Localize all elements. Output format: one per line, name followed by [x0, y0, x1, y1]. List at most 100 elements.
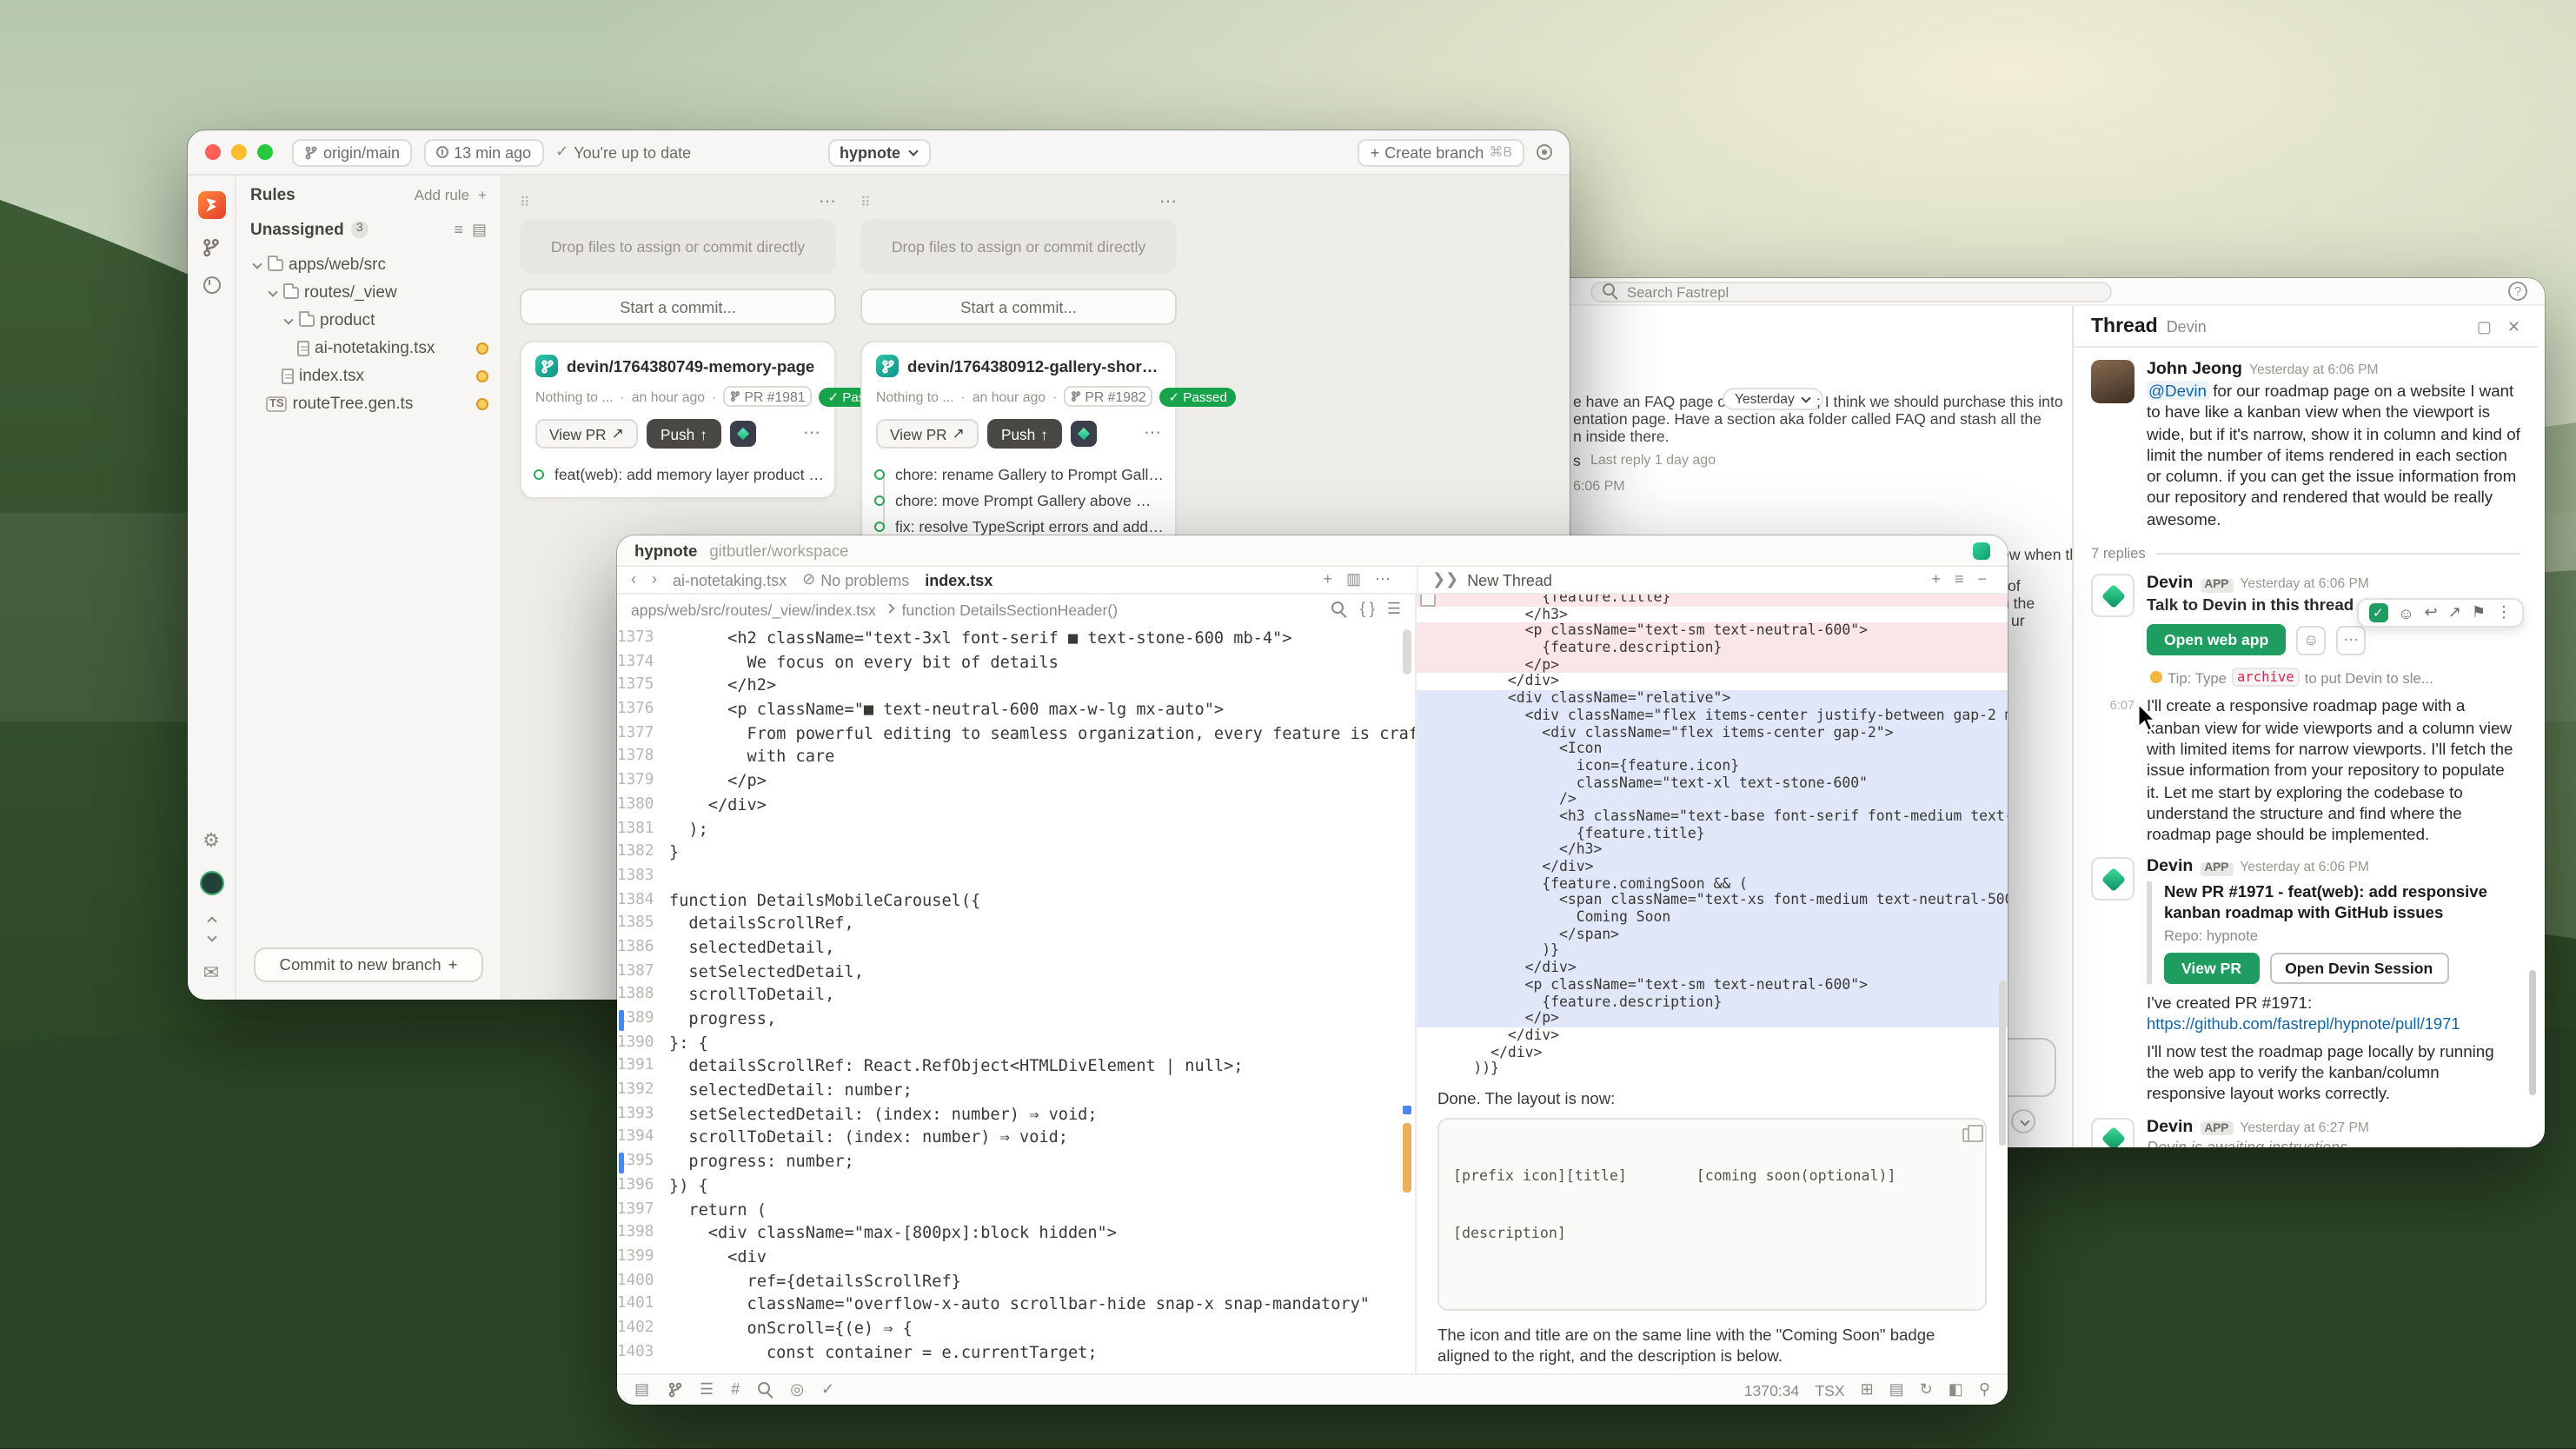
user-avatar[interactable]: [199, 871, 223, 895]
panel-icon[interactable]: ▤: [1889, 1382, 1904, 1398]
symbols-icon[interactable]: #: [731, 1382, 740, 1398]
settings-gear-icon[interactable]: ⚙: [202, 833, 220, 852]
tab-index[interactable]: index.tsx: [925, 571, 993, 588]
editor-scrollbar[interactable]: [1403, 629, 1411, 675]
search-input[interactable]: Search Fastrepl: [1590, 281, 2112, 302]
sync-icon[interactable]: ↻: [1920, 1382, 1933, 1398]
branches-icon[interactable]: [202, 238, 221, 257]
push-button[interactable]: Push↑: [647, 419, 721, 449]
language-mode[interactable]: TSX: [1815, 1381, 1844, 1399]
target-icon[interactable]: [1537, 144, 1552, 160]
message-author[interactable]: Devin: [2147, 574, 2193, 593]
message-timestamp[interactable]: Yesterday at 6:06 PM: [2240, 860, 2369, 875]
assistant-status-icon[interactable]: [1973, 542, 1990, 559]
start-commit-button[interactable]: Start a commit...: [860, 289, 1177, 325]
panel-scrollbar[interactable]: [1999, 980, 2006, 1146]
open-devin-session-button[interactable]: Open Devin Session: [2269, 954, 2448, 985]
code-line[interactable]: 1384function DetailsMobileCarousel({: [617, 889, 1415, 913]
message-timestamp[interactable]: Yesterday at 6:27 PM: [2240, 1119, 2369, 1134]
avatar[interactable]: [2091, 360, 2134, 403]
check-icon[interactable]: ✓: [821, 1382, 834, 1398]
more-actions-icon[interactable]: ⋮: [2496, 603, 2512, 622]
pr-link[interactable]: https://github.com/fastrepl/hypnote/pull…: [2147, 1015, 2460, 1033]
tree-item[interactable]: TSrouteTree.gen.ts: [236, 389, 501, 417]
emoji-react-icon[interactable]: ☺: [2398, 604, 2413, 621]
tree-item[interactable]: ai-notetaking.tsx: [236, 334, 501, 362]
filter-icon[interactable]: ≡: [454, 222, 463, 237]
close-window-button[interactable]: [205, 144, 221, 160]
message-timestamp[interactable]: Yesterday at 6:06 PM: [2240, 575, 2369, 591]
code-line[interactable]: 1399 <div: [617, 1246, 1415, 1270]
code-line[interactable]: 1386 selectedDetail,: [617, 937, 1415, 960]
drag-handle-icon[interactable]: ⠿: [520, 194, 528, 209]
code-line[interactable]: 1390}: {: [617, 1032, 1415, 1055]
devin-avatar[interactable]: [2091, 858, 2134, 901]
dropzone[interactable]: Drop files to assign or commit directly: [520, 219, 836, 275]
emoji-add-icon[interactable]: ☺: [2296, 626, 2326, 655]
committer-avatar[interactable]: [1071, 421, 1097, 447]
problems-indicator[interactable]: ⊘No problems: [802, 571, 909, 588]
branch-name[interactable]: devin/1764380749-memory-page: [567, 357, 814, 375]
cursor-position[interactable]: 1370:34: [1744, 1381, 1800, 1399]
commit-row[interactable]: chore: rename Gallery to Prompt Gallery …: [873, 461, 1165, 487]
copy-icon[interactable]: [1962, 1128, 1975, 1142]
branch-card[interactable]: devin/1764380749-memory-page Nothing to …: [520, 341, 836, 499]
new-tab-icon[interactable]: +: [1323, 572, 1332, 588]
code-line[interactable]: 1394 scrollToDetail: (index: number) ⇒ v…: [617, 1127, 1415, 1151]
open-web-app-button[interactable]: Open web app: [2147, 625, 2286, 656]
tab-ai-notetaking[interactable]: ai-notetaking.tsx: [673, 571, 787, 588]
view-pr-button[interactable]: View PR: [2164, 954, 2259, 985]
collapse-panel-icon[interactable]: −: [1977, 572, 1987, 588]
window-controls[interactable]: [205, 144, 273, 160]
code-line[interactable]: 1383: [617, 866, 1415, 889]
zoom-window-button[interactable]: [257, 144, 273, 160]
code-line[interactable]: 1378 with care: [617, 747, 1415, 770]
git-branch-icon[interactable]: [667, 1382, 682, 1398]
code-editor[interactable]: 1373 <h2 className="text-3xl font-serif …: [617, 624, 1415, 1373]
list-icon[interactable]: ☰: [700, 1382, 714, 1398]
mail-icon[interactable]: ✉: [203, 965, 219, 984]
message-author[interactable]: Devin: [2147, 1117, 2193, 1136]
lane-menu-icon[interactable]: ⋯: [819, 192, 836, 211]
view-pr-button[interactable]: View PR↗: [876, 419, 979, 449]
drag-handle-icon[interactable]: ⠿: [860, 194, 869, 209]
remote-branch-pill[interactable]: origin/main: [292, 138, 412, 166]
code-line[interactable]: 1387 setSelectedDetail,: [617, 960, 1415, 984]
tree-item[interactable]: product: [236, 306, 501, 334]
add-thread-icon[interactable]: +: [1931, 572, 1941, 588]
code-line[interactable]: 1380 </div>: [617, 794, 1415, 818]
add-rule-button[interactable]: Add rule+: [415, 186, 487, 203]
dropzone[interactable]: Drop files to assign or commit directly: [860, 219, 1177, 275]
message-author[interactable]: Devin: [2147, 858, 2193, 877]
create-branch-button[interactable]: +Create branch⌘B: [1358, 138, 1524, 166]
search-icon[interactable]: [1332, 602, 1348, 617]
tab-more-icon[interactable]: ⋯: [1375, 572, 1391, 588]
code-line[interactable]: 1374 We focus on every bit of details: [617, 651, 1415, 675]
code-line[interactable]: 1382}: [617, 841, 1415, 865]
committer-avatar[interactable]: [730, 421, 756, 447]
code-line[interactable]: 1393 setSelectedDetail: (index: number) …: [617, 1104, 1415, 1127]
workspace-logo-icon[interactable]: [197, 191, 225, 219]
commit-row[interactable]: feat(web): add memory layer product page: [532, 461, 824, 487]
layout-right-icon[interactable]: ◧: [1949, 1382, 1963, 1398]
popout-icon[interactable]: ▢: [2477, 320, 2492, 336]
thread-list-icon[interactable]: ≡: [1955, 572, 1964, 588]
commit-to-new-branch-button[interactable]: Commit to new branch+: [254, 947, 483, 982]
forward-icon[interactable]: ›: [652, 572, 657, 588]
outline-icon[interactable]: ☰: [1387, 602, 1401, 617]
scroll-to-bottom-button[interactable]: [2011, 1109, 2035, 1133]
pr-badge[interactable]: PR #1981: [723, 386, 812, 407]
ci-status-badge[interactable]: ✓Passed: [1160, 387, 1236, 406]
layout-icon[interactable]: ▤: [634, 1382, 649, 1398]
code-line[interactable]: 1389 progress,: [617, 1008, 1415, 1032]
help-icon[interactable]: ?: [2508, 282, 2527, 301]
code-line[interactable]: 1377 From powerful editing to seamless o…: [617, 723, 1415, 747]
more-icon[interactable]: ⋯: [2336, 626, 2366, 655]
last-fetch-pill[interactable]: 13 min ago: [424, 138, 543, 166]
collapse-rail-icon[interactable]: [205, 914, 217, 946]
devin-avatar[interactable]: [2091, 574, 2134, 617]
target-icon[interactable]: ◎: [790, 1382, 804, 1398]
code-line[interactable]: 1392 selectedDetail: number;: [617, 1080, 1415, 1103]
code-line[interactable]: 1400 ref={detailsScrollRef}: [617, 1270, 1415, 1293]
grid-icon[interactable]: ⊞: [1861, 1382, 1874, 1398]
